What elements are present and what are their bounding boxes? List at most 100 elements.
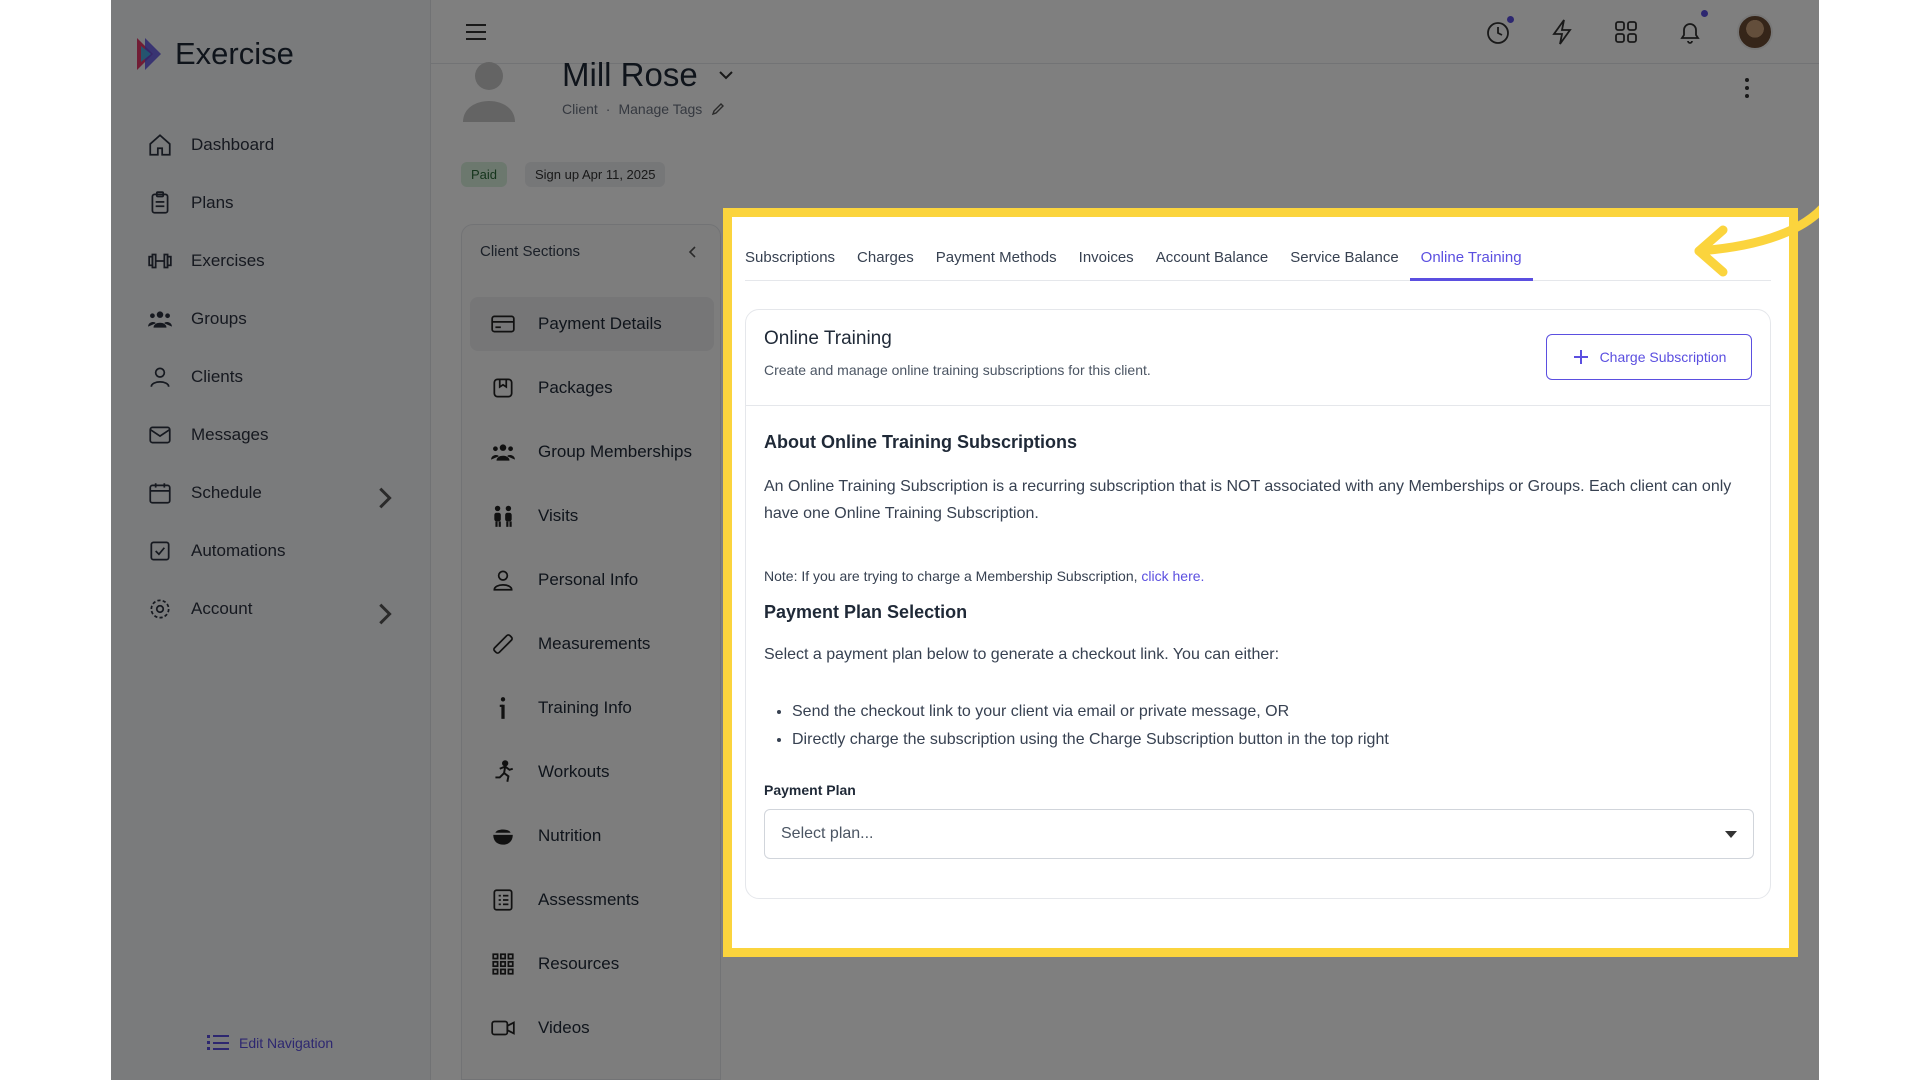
section-group-memberships[interactable]: Group Memberships [470,425,714,479]
highlighted-panel: Subscriptions Charges Payment Methods In… [723,208,1798,957]
sidebar-item-clients[interactable]: Clients [147,357,397,397]
plan-selection-text: Select a payment plan below to generate … [764,646,1280,663]
client-name: Mill Rose [562,56,698,93]
sidebar-item-label: Dashboard [191,135,275,154]
section-training-info[interactable]: Training Info [470,681,714,735]
paid-badge: Paid [461,162,508,187]
app-name: Exercise [175,36,294,71]
apps-grid-icon[interactable] [1611,17,1641,47]
section-assessments[interactable]: Assessments [470,873,714,927]
group-icon [491,444,515,461]
manage-tags-link[interactable]: Manage Tags [618,101,702,117]
note-text: Note: If you are trying to charge a Memb… [764,568,1138,584]
people-icon [494,505,512,527]
info-icon [499,697,506,719]
section-label: Videos [538,1018,590,1037]
payment-plan-select[interactable]: Select plan... [764,809,1754,859]
payment-tabs: Subscriptions Charges Payment Methods In… [745,233,1771,281]
card-subtitle: Create and manage online training subscr… [764,362,1151,378]
section-personal-info[interactable]: Personal Info [470,553,714,607]
gear-icon [150,599,170,619]
section-label: Assessments [538,890,640,909]
dumbbell-icon [148,253,172,269]
client-sections-title: Client Sections [480,243,581,260]
home-icon [149,134,171,156]
edit-navigation-link[interactable]: Edit Navigation [207,1034,333,1052]
sidebar-item-messages[interactable]: Messages [147,415,397,455]
card-header: Online Training Create and manage online… [746,310,1770,406]
callout-arrow-icon [1694,205,1819,277]
client-sections-panel: Client Sections Payment Details Packages… [461,224,721,1080]
section-label: Workouts [538,762,610,781]
section-workouts[interactable]: Workouts [470,745,714,799]
about-text: An Online Training Subscription is a rec… [764,478,1732,522]
video-icon [491,1020,515,1036]
section-label: Measurements [538,634,651,653]
sidebar-item-label: Schedule [191,483,262,502]
pencil-icon[interactable] [710,101,726,117]
charge-subscription-button[interactable]: Charge Subscription [1546,334,1752,380]
section-nutrition[interactable]: Nutrition [470,809,714,863]
chevron-right-icon [379,603,392,625]
package-icon [493,378,513,398]
user-icon [150,367,170,388]
section-label: Visits [538,506,579,525]
section-videos[interactable]: Videos [470,1001,714,1055]
click-here-link[interactable]: click here. [1141,568,1204,584]
payment-plan-placeholder: Select plan... [781,825,874,842]
sidebar-item-label: Automations [191,541,286,560]
section-packages[interactable]: Packages [470,361,714,415]
tab-invoices[interactable]: Invoices [1068,233,1145,281]
chevron-right-icon [379,487,392,509]
caret-down-icon [1725,831,1737,838]
sidebar-item-dashboard[interactable]: Dashboard [147,125,397,165]
sidebar-item-label: Plans [191,193,234,212]
card-title: Online Training [764,328,892,349]
menu-icon[interactable] [461,17,491,47]
sidebar-item-label: Account [191,599,253,618]
sidebar-item-plans[interactable]: Plans [147,183,397,223]
top-bar [431,0,1819,64]
sidebar-item-exercises[interactable]: Exercises [147,241,397,281]
sidebar-item-groups[interactable]: Groups [147,299,397,339]
main-sidebar: Exercise Dashboard Plans Exercises Group… [111,0,431,1080]
calendar-icon [149,483,171,504]
sidebar-item-schedule[interactable]: Schedule [147,473,397,513]
credit-card-icon [491,315,515,333]
section-label: Personal Info [538,570,639,589]
client-meta: Client · Manage Tags [562,101,726,117]
user-avatar[interactable] [1737,14,1773,50]
section-visits[interactable]: Visits [470,489,714,543]
tab-service-balance[interactable]: Service Balance [1279,233,1409,281]
list-icon [207,1035,229,1050]
checklist-icon [493,889,513,911]
more-options-icon[interactable] [1743,76,1751,100]
online-training-card: Online Training Create and manage online… [745,309,1771,899]
tab-payment-methods[interactable]: Payment Methods [925,233,1068,281]
edit-navigation-label: Edit Navigation [239,1035,334,1051]
sidebar-item-automations[interactable]: Automations [147,531,397,571]
plan-options-list: Send the checkout link to your client vi… [774,698,1389,754]
tab-charges[interactable]: Charges [846,233,925,281]
tab-subscriptions[interactable]: Subscriptions [745,233,846,281]
section-resources[interactable]: Resources [470,937,714,991]
signup-date-badge: Sign up Apr 11, 2025 [525,162,666,187]
ruler-icon [493,634,513,654]
tab-online-training[interactable]: Online Training [1409,233,1533,281]
bolt-icon[interactable] [1547,17,1577,47]
tab-account-balance[interactable]: Account Balance [1145,233,1280,281]
app-logo[interactable]: Exercise [133,36,294,72]
meta-separator: · [605,101,611,117]
sidebar-item-label: Exercises [191,251,265,270]
sidebar-item-label: Clients [191,367,243,386]
section-measurements[interactable]: Measurements [470,617,714,671]
bell-icon[interactable] [1675,17,1705,47]
section-payment-details[interactable]: Payment Details [470,297,714,351]
section-label: Nutrition [538,826,602,845]
section-label: Packages [538,378,613,397]
sidebar-item-account[interactable]: Account [147,589,397,629]
chevron-down-icon[interactable] [717,66,735,84]
chevron-left-icon[interactable] [686,245,700,259]
section-label: Payment Details [538,314,662,333]
sidebar-item-label: Messages [191,425,269,444]
